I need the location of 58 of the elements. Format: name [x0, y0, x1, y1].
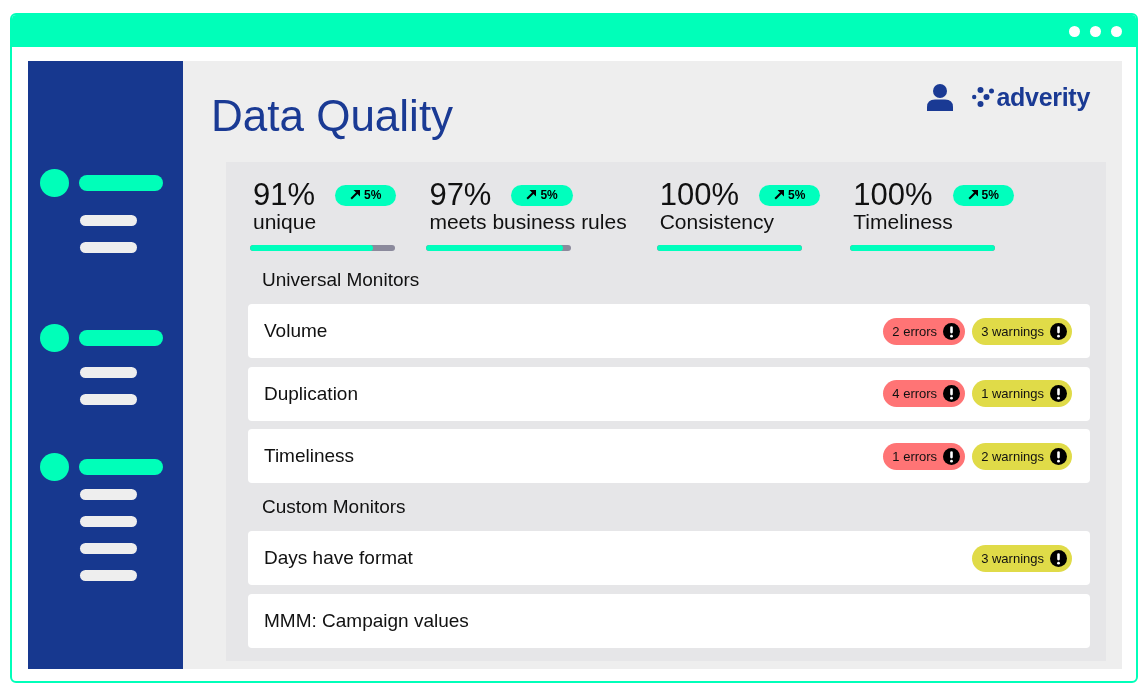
alert-count: 3 warnings: [981, 323, 1044, 339]
nav-item-placeholder: [80, 516, 137, 527]
section-title: Universal Monitors: [262, 268, 421, 292]
stat-label: Timeliness: [852, 210, 954, 234]
stat-label: Consistency: [658, 210, 776, 234]
alert-count: 2 warnings: [981, 448, 1044, 464]
window-dots-icon[interactable]: [1069, 25, 1122, 37]
trend-value: 5%: [540, 188, 558, 202]
monitor-row[interactable]: Duplication 4 errors 1 warnings: [248, 366, 1090, 421]
arrow-up-right-icon: [526, 190, 537, 200]
user-icon[interactable]: [926, 83, 953, 111]
section-title: Custom Monitors: [262, 495, 407, 519]
stat-label: unique: [252, 210, 318, 234]
exclamation-icon: [1050, 447, 1067, 465]
monitor-row[interactable]: Timeliness 1 errors 2 warnings: [248, 429, 1090, 483]
arrow-up-right-icon: [350, 190, 361, 200]
trend-value: 5%: [787, 188, 806, 202]
trend-value: 5%: [364, 188, 382, 202]
exclamation-icon: [1050, 322, 1067, 340]
monitor-row[interactable]: Days have format 3 warnings: [248, 531, 1090, 585]
exclamation-icon: [943, 385, 961, 402]
exclamation-icon: [943, 322, 961, 340]
monitor-row[interactable]: Volume 2 errors 3 warnings: [248, 304, 1090, 358]
nav-item-placeholder: [80, 215, 137, 226]
exclamation-icon: [1050, 385, 1067, 402]
stat-value: 100%: [852, 180, 933, 210]
arrow-up-right-icon: [773, 190, 784, 200]
nav-dot-icon: [40, 453, 69, 481]
alert-count: 2 errors: [892, 323, 938, 339]
nav-item-placeholder: [80, 543, 137, 554]
monitor-row[interactable]: MMM: Campaign values: [248, 593, 1090, 648]
logo-wordmark: adverity: [996, 83, 1090, 111]
trend-value: 5%: [981, 188, 999, 202]
alert-count: 4 errors: [892, 386, 938, 401]
alert-count: 3 warnings: [981, 550, 1044, 566]
stat-label: meets business rules: [428, 210, 627, 234]
nav-item-placeholder: [80, 394, 137, 405]
nav-dot-icon: [40, 324, 69, 352]
nav-item-placeholder: [80, 489, 137, 500]
nav-item-placeholder: [80, 570, 137, 581]
dots-logo-icon: [971, 87, 994, 107]
monitor-name: MMM: Campaign values: [264, 609, 469, 632]
exclamation-icon: [943, 447, 961, 465]
monitor-name: Volume: [264, 320, 328, 342]
nav-item-placeholder: [80, 242, 137, 253]
monitor-name: Timeliness: [264, 445, 355, 467]
nav-item-placeholder: [80, 367, 137, 378]
exclamation-icon: [1050, 549, 1067, 567]
stat-value: 97%: [428, 180, 492, 210]
monitor-name: Days have format: [264, 547, 413, 569]
nav-dot-icon: [40, 169, 69, 197]
monitor-name: Duplication: [264, 382, 358, 405]
page-title: Data Quality: [211, 92, 454, 140]
stat-value: 100%: [658, 180, 739, 210]
stat-value: 91%: [252, 180, 316, 210]
arrow-up-right-icon: [967, 190, 978, 200]
alert-count: 1 errors: [892, 448, 938, 464]
alert-count: 1 warnings: [981, 386, 1044, 401]
